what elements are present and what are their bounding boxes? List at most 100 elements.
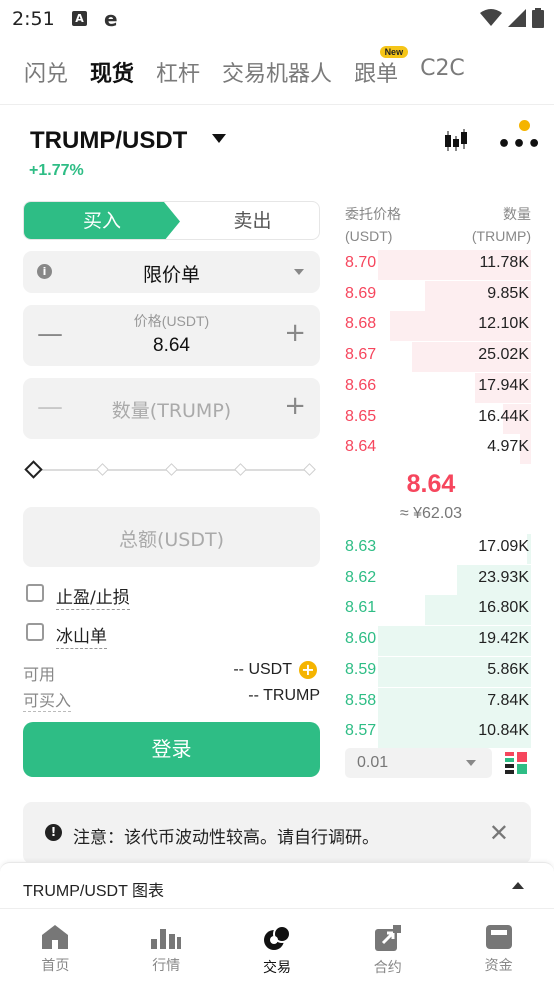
tab-margin[interactable]: 杠杆 — [156, 56, 200, 88]
available-value: -- USDT — [233, 661, 292, 678]
amount-slider-thumb[interactable] — [24, 460, 43, 479]
tab-trading-bots[interactable]: 交易机器人 — [222, 56, 332, 88]
last-price-cny: ≈ ¥62.03 — [399, 505, 463, 522]
dropdown-caret-icon — [466, 760, 476, 766]
buy-sell-toggle: 买入 卖出 — [23, 201, 320, 240]
ask-quantity: 17.94K — [478, 376, 529, 394]
order-book-header: 委托价格 (USDT) 数量 (TRUMP) — [345, 203, 531, 247]
ask-quantity: 9.85K — [487, 284, 529, 302]
slider-mark-75[interactable] — [234, 463, 247, 476]
ask-row[interactable]: 8.64 4.97K — [345, 434, 531, 465]
chart-title: TRUMP/USDT 图表 — [23, 883, 165, 900]
slider-mark-25[interactable] — [96, 463, 109, 476]
ask-quantity: 11.78K — [479, 254, 529, 271]
nav-label: 行情 — [152, 958, 181, 974]
nav-markets[interactable]: 行情 — [111, 909, 222, 984]
bid-quantity: 16.80K — [478, 599, 529, 617]
ask-row[interactable]: 8.68 12.10K — [345, 311, 531, 342]
nav-trade[interactable]: 交易 — [222, 909, 333, 984]
nav-home[interactable]: 首页 — [0, 909, 111, 984]
bid-row[interactable]: 8.59 5.86K — [345, 656, 531, 687]
ask-price: 8.64 — [345, 438, 377, 456]
buy-tab[interactable]: 买入 — [24, 202, 180, 239]
increase-quantity-button[interactable]: + — [284, 391, 306, 421]
price-label: 价格(USDT) — [133, 313, 210, 329]
caret-down-icon[interactable] — [212, 134, 226, 143]
slider-mark-50[interactable] — [165, 463, 178, 476]
depth-step-value: 0.01 — [357, 754, 389, 771]
iceberg-label[interactable]: 冰山单 — [56, 622, 107, 649]
quantity-input[interactable]: — 数量(TRUMP) + — [23, 378, 320, 439]
nav-assets[interactable]: 资金 — [443, 909, 554, 984]
new-badge: New — [379, 46, 409, 58]
chart-drawer[interactable]: TRUMP/USDT 图表 — [0, 862, 554, 908]
price-value[interactable]: 8.64 — [23, 335, 320, 357]
bid-quantity: 17.09K — [478, 538, 529, 555]
pair-selector[interactable]: TRUMP/USDT — [30, 127, 187, 155]
bid-row[interactable]: 8.62 23.93K — [345, 564, 531, 595]
tab-convert[interactable]: 闪兑 — [24, 56, 68, 88]
slider-mark-100[interactable] — [303, 463, 316, 476]
tab-spot[interactable]: 现货 — [90, 56, 134, 88]
ask-quantity: 4.97K — [487, 438, 529, 456]
candlestick-chart-icon[interactable] — [442, 128, 470, 154]
more-icon[interactable]: ••• — [497, 132, 542, 157]
bid-row[interactable]: 8.58 7.84K — [345, 687, 531, 718]
ask-price: 8.70 — [345, 254, 377, 271]
tp-sl-label[interactable]: 止盈/止损 — [56, 583, 130, 610]
ask-quantity: 25.02K — [478, 346, 529, 364]
ask-quantity: 16.44K — [478, 407, 529, 425]
trade-icon — [263, 925, 291, 950]
price-input[interactable]: — 价格(USDT) 8.64 + — [23, 305, 320, 366]
nav-futures[interactable]: 合约 — [332, 909, 443, 984]
ask-row[interactable]: 8.66 17.94K — [345, 372, 531, 403]
notice-text: 注意：该代币波动性较高。请自行调研。 — [73, 828, 379, 848]
bottom-nav: 首页 行情 交易 合约 资金 — [0, 908, 554, 984]
bid-price: 8.60 — [345, 630, 377, 648]
home-icon — [42, 925, 69, 949]
ask-row[interactable]: 8.65 16.44K — [345, 403, 531, 434]
ask-row[interactable]: 8.69 9.85K — [345, 280, 531, 311]
status-time: 2:51 — [12, 8, 55, 30]
qty-unit: (TRUMP) — [471, 228, 531, 244]
price-change: +1.77% — [29, 162, 84, 179]
ask-price: 8.65 — [345, 407, 377, 425]
ask-price: 8.67 — [345, 346, 377, 364]
wifi-icon — [480, 9, 502, 26]
order-book-layout-icon[interactable] — [505, 752, 527, 774]
bid-row[interactable]: 8.60 19.42K — [345, 626, 531, 657]
increase-price-button[interactable]: + — [284, 318, 306, 348]
warning-icon: ! — [45, 824, 62, 841]
sell-tab[interactable]: 卖出 — [184, 202, 319, 239]
iceberg-checkbox[interactable] — [26, 623, 44, 641]
chevron-up-icon[interactable] — [512, 882, 524, 889]
tab-c2c[interactable]: C2C — [420, 56, 465, 88]
bid-price: 8.61 — [345, 599, 377, 617]
bid-price: 8.57 — [345, 722, 377, 740]
bid-price: 8.58 — [345, 691, 377, 709]
tab-copy-trading[interactable]: 跟单 New — [354, 46, 409, 88]
notification-a-icon: A — [72, 11, 87, 26]
depth-step-select[interactable]: 0.01 — [345, 748, 492, 778]
nav-label: 交易 — [262, 960, 291, 976]
bid-quantity: 7.84K — [487, 691, 529, 709]
last-price: 8.64 — [406, 470, 456, 498]
dropdown-caret-icon — [294, 269, 304, 275]
bid-row[interactable]: 8.63 17.09K — [345, 534, 531, 564]
deposit-plus-icon[interactable]: + — [299, 661, 317, 679]
tp-sl-checkbox[interactable] — [26, 584, 44, 602]
divider — [0, 104, 554, 105]
bid-row[interactable]: 8.61 16.80K — [345, 595, 531, 626]
total-input[interactable]: 总额(USDT) — [23, 507, 320, 567]
qty-header: 数量 — [503, 206, 531, 222]
order-type-label: 限价单 — [142, 264, 200, 286]
ask-row[interactable]: 8.70 11.78K — [345, 250, 531, 280]
ask-row[interactable]: 8.67 25.02K — [345, 342, 531, 373]
bid-row[interactable]: 8.57 10.84K — [345, 718, 531, 749]
order-type-select[interactable]: i 限价单 — [23, 251, 320, 293]
login-button[interactable]: 登录 — [23, 722, 320, 777]
buyable-value: -- TRUMP — [248, 687, 320, 704]
close-icon[interactable]: ✕ — [489, 819, 509, 847]
markets-icon — [151, 929, 182, 949]
signal-icon — [508, 9, 526, 27]
